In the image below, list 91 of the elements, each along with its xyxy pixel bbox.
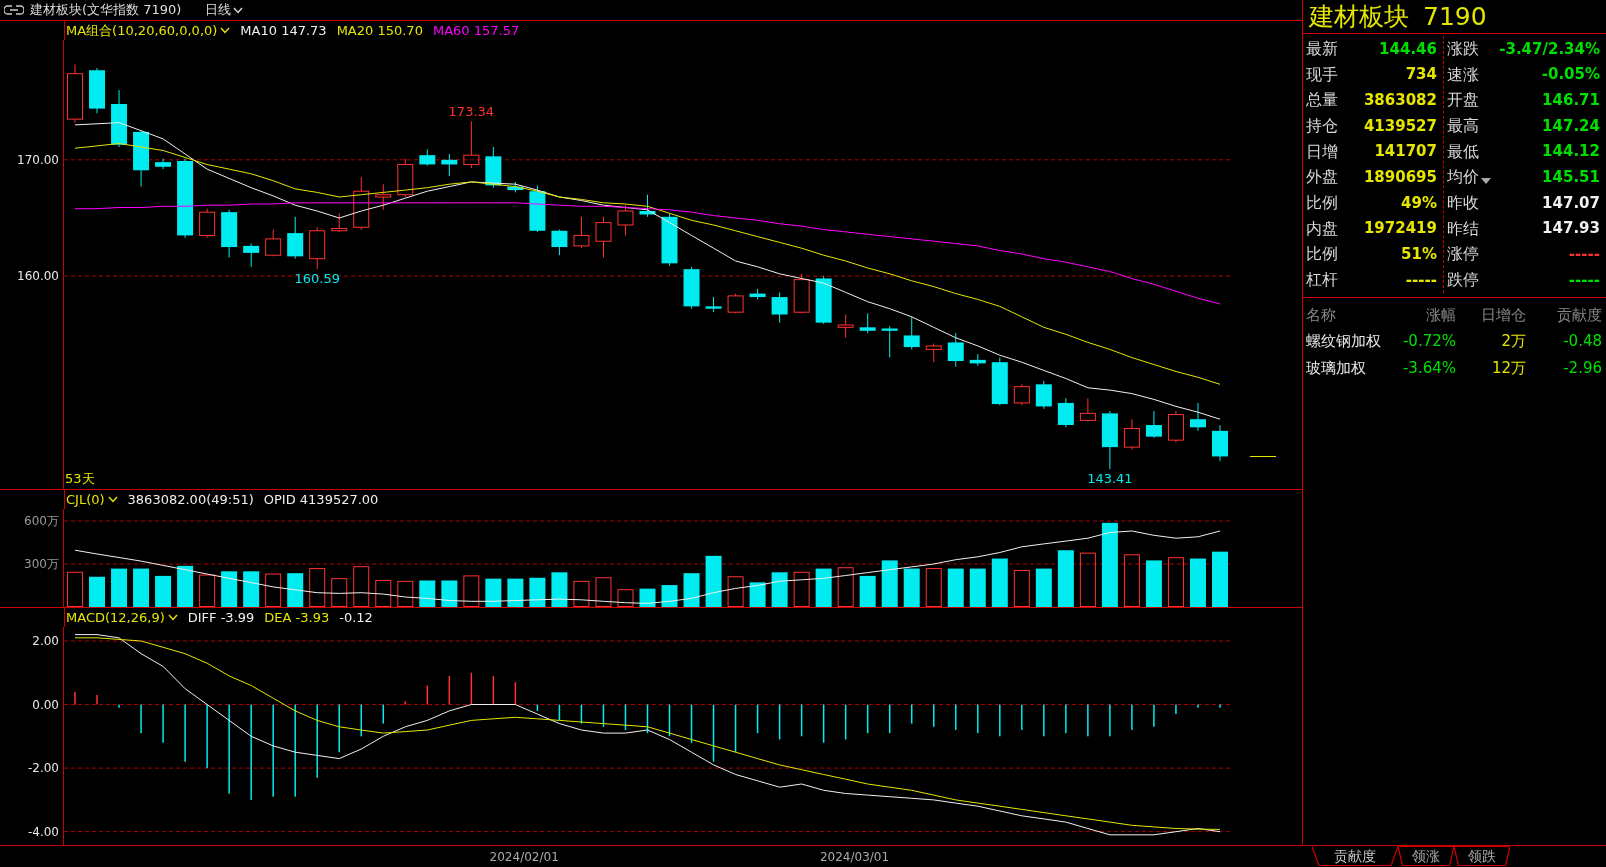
period-count-label: 53天 <box>65 471 95 486</box>
quote-label: 最低 <box>1447 140 1479 163</box>
column-header: 日增仓 <box>1480 304 1526 326</box>
quote-value: 1972419 <box>1363 218 1437 240</box>
quote-value: ----- <box>1568 244 1600 266</box>
instrument-name: 建材板块 <box>1309 0 1409 33</box>
indicator-value: -0.12 <box>339 608 373 627</box>
column-header: 涨幅 <box>1425 304 1456 326</box>
quote-value: -3.47/2.34% <box>1499 38 1600 60</box>
quote-label: 速涨 <box>1447 63 1479 86</box>
period-dropdown[interactable]: 日线 <box>203 0 246 20</box>
quote-value: 49% <box>1401 192 1437 214</box>
caret-icon <box>220 27 231 34</box>
quote-label: 涨停 <box>1447 243 1479 266</box>
quote-value: 147.24 <box>1542 115 1600 137</box>
bottom-tab[interactable]: 贡献度 <box>1312 846 1398 866</box>
axis-label: 170.00 <box>17 152 59 167</box>
quote-value: 144.12 <box>1542 141 1600 163</box>
quote-label: 总量 <box>1306 89 1338 112</box>
quote-value: 146.71 <box>1542 89 1600 111</box>
instrument-code: 7190 <box>1423 0 1487 33</box>
column-header: 名称 <box>1306 304 1337 326</box>
quote-label: 昨结 <box>1447 217 1479 240</box>
axis-label: -2.00 <box>27 761 59 776</box>
table-cell-text: -2.96 <box>1562 357 1602 379</box>
quote-value: 141707 <box>1374 141 1437 163</box>
quote-value: -0.05% <box>1541 64 1600 86</box>
quote-value: 147.93 <box>1542 218 1600 240</box>
dropdown-triangle-icon <box>1481 178 1491 185</box>
quote-label: 比例 <box>1306 243 1338 266</box>
price-annotation: 143.41 <box>1087 471 1133 487</box>
quote-value: ----- <box>1568 269 1600 291</box>
quote-value: 144.46 <box>1379 38 1437 60</box>
quote-value: 4139527 <box>1363 115 1437 137</box>
indicator-value: OPID 4139527.00 <box>263 490 379 509</box>
link-icon[interactable] <box>4 5 24 15</box>
quote-label: 最新 <box>1306 37 1338 60</box>
axis-label: 0.00 <box>32 697 59 712</box>
table-cell-text: -3.64% <box>1401 357 1456 379</box>
bottom-tab[interactable]: 领涨 <box>1398 846 1454 866</box>
quote-label: 昨收 <box>1447 191 1479 214</box>
axis-label: -4.00 <box>27 824 59 839</box>
quote-value: 51% <box>1401 244 1437 266</box>
quote-value: 147.07 <box>1542 192 1600 214</box>
quote-label: 外盘 <box>1306 166 1338 189</box>
table-cell-text: 2万 <box>1500 331 1526 353</box>
quote-label: 日增 <box>1306 140 1338 163</box>
indicator-value: DEA -3.93 <box>264 608 330 627</box>
date-axis-label: 2024/03/01 <box>819 849 890 866</box>
quote-label: 跌停 <box>1447 269 1479 292</box>
indicator-value: 3863082.00(49:51) <box>127 490 254 509</box>
quote-label: 比例 <box>1306 191 1338 214</box>
quote-label: 最高 <box>1447 114 1479 137</box>
quote-value: 734 <box>1405 64 1437 86</box>
price-annotation: 173.34 <box>448 104 495 120</box>
caret-icon <box>233 6 244 14</box>
indicator-dropdown[interactable]: MA组合(10,20,60,0,0,0) <box>66 20 231 41</box>
quote-label: 涨跌 <box>1447 37 1479 60</box>
table-cell-text: 螺纹钢加权 <box>1306 331 1382 353</box>
quote-value: 1890695 <box>1363 167 1437 189</box>
table-cell-text: -0.72% <box>1401 331 1456 353</box>
indicator-dropdown[interactable]: MACD(12,26,9) <box>66 607 178 628</box>
indicator-value: MA20 150.70 <box>336 21 423 40</box>
table-cell-text: -0.48 <box>1562 331 1602 353</box>
quote-label: 内盘 <box>1306 217 1338 240</box>
indicator-dropdown[interactable]: CJL(0) <box>66 489 118 510</box>
chart-title: 建材板块(文华指数 7190) <box>30 1 182 20</box>
axis-label: 2.00 <box>32 634 59 648</box>
column-header: 贡献度 <box>1556 304 1602 326</box>
table-cell-text: 玻璃加权 <box>1306 357 1367 379</box>
caret-icon <box>107 496 118 503</box>
indicator-value: DIFF -3.99 <box>187 608 255 627</box>
date-axis-label: 2024/02/01 <box>489 849 559 866</box>
indicator-value: MA10 147.73 <box>240 21 327 40</box>
price-annotation: 160.59 <box>294 271 340 287</box>
axis-label: 600万 <box>24 514 59 528</box>
bottom-tab[interactable]: 领跌 <box>1454 846 1510 866</box>
quote-value: 145.51 <box>1542 167 1600 189</box>
quote-label: 现手 <box>1306 63 1338 86</box>
quote-value: ----- <box>1405 269 1437 291</box>
quote-label: 开盘 <box>1447 89 1479 112</box>
quote-value: 3863082 <box>1363 89 1437 111</box>
table-cell-text: 12万 <box>1490 357 1526 379</box>
quote-label-dropdown[interactable]: 均价 <box>1447 165 1491 190</box>
axis-label: 300万 <box>24 557 59 571</box>
indicator-value: MA60 157.57 <box>432 21 520 40</box>
last-price-line <box>1250 456 1276 458</box>
caret-icon <box>167 614 178 621</box>
axis-label: 160.00 <box>17 269 59 284</box>
quote-label: 持仓 <box>1306 114 1338 137</box>
quote-label: 杠杆 <box>1306 269 1338 292</box>
